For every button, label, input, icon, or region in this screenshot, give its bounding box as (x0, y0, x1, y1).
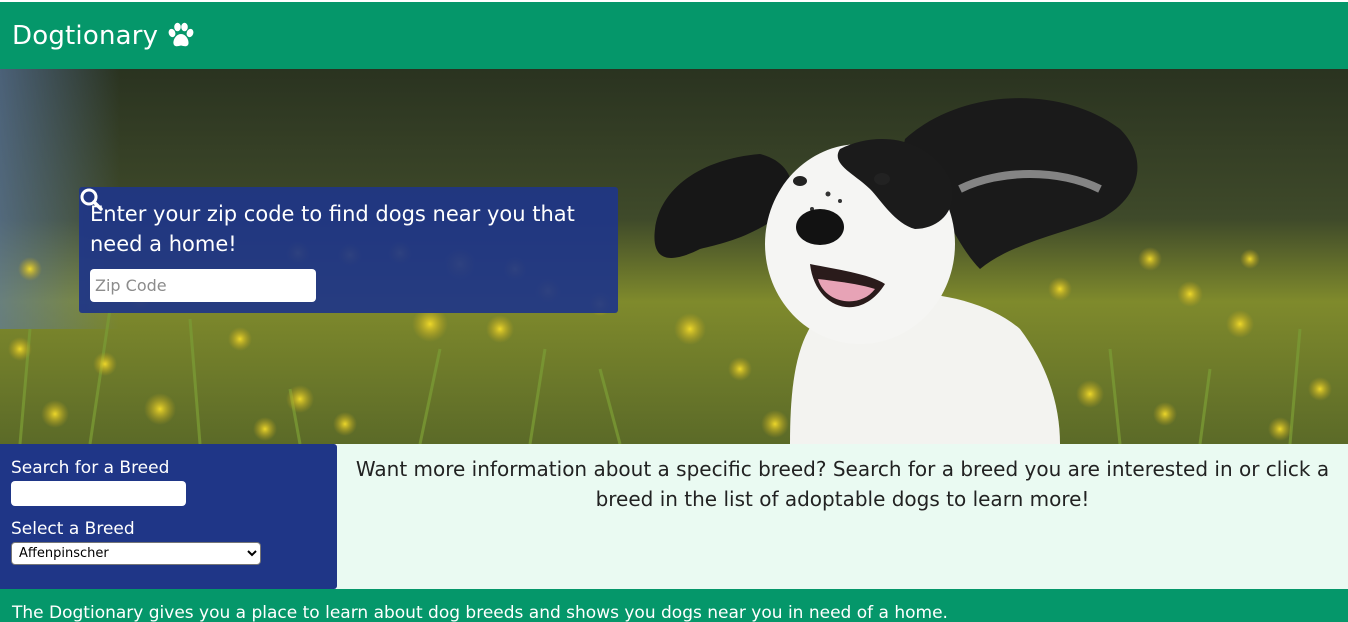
zip-search-box: Enter your zip code to find dogs near yo… (79, 187, 618, 313)
breed-info-text: Want more information about a specific b… (355, 457, 1330, 511)
navbar: Dogtionary (0, 2, 1348, 69)
breed-select[interactable]: Affenpinscher (11, 542, 261, 565)
zip-input-row (80, 188, 607, 302)
breed-search-label: Search for a Breed (11, 458, 170, 478)
search-icon (80, 188, 103, 211)
zip-prompt: Enter your zip code to find dogs near yo… (90, 202, 575, 256)
breed-search-input[interactable] (11, 481, 186, 506)
zip-code-input[interactable] (90, 269, 316, 302)
zip-search-button[interactable] (80, 188, 350, 301)
breed-search-panel: Search for a Breed Select a Breed Affenp… (0, 444, 337, 589)
brand[interactable]: Dogtionary (12, 21, 196, 51)
hero-banner: Enter your zip code to find dogs near yo… (0, 69, 1348, 444)
brand-title[interactable]: Dogtionary (12, 21, 158, 51)
footer-text: The Dogtionary gives you a place to lear… (12, 603, 948, 622)
breed-info-area: Want more information about a specific b… (337, 444, 1348, 589)
paw-icon (166, 21, 196, 51)
breed-select-label: Select a Breed (11, 519, 135, 539)
footer: The Dogtionary gives you a place to lear… (0, 589, 1348, 622)
